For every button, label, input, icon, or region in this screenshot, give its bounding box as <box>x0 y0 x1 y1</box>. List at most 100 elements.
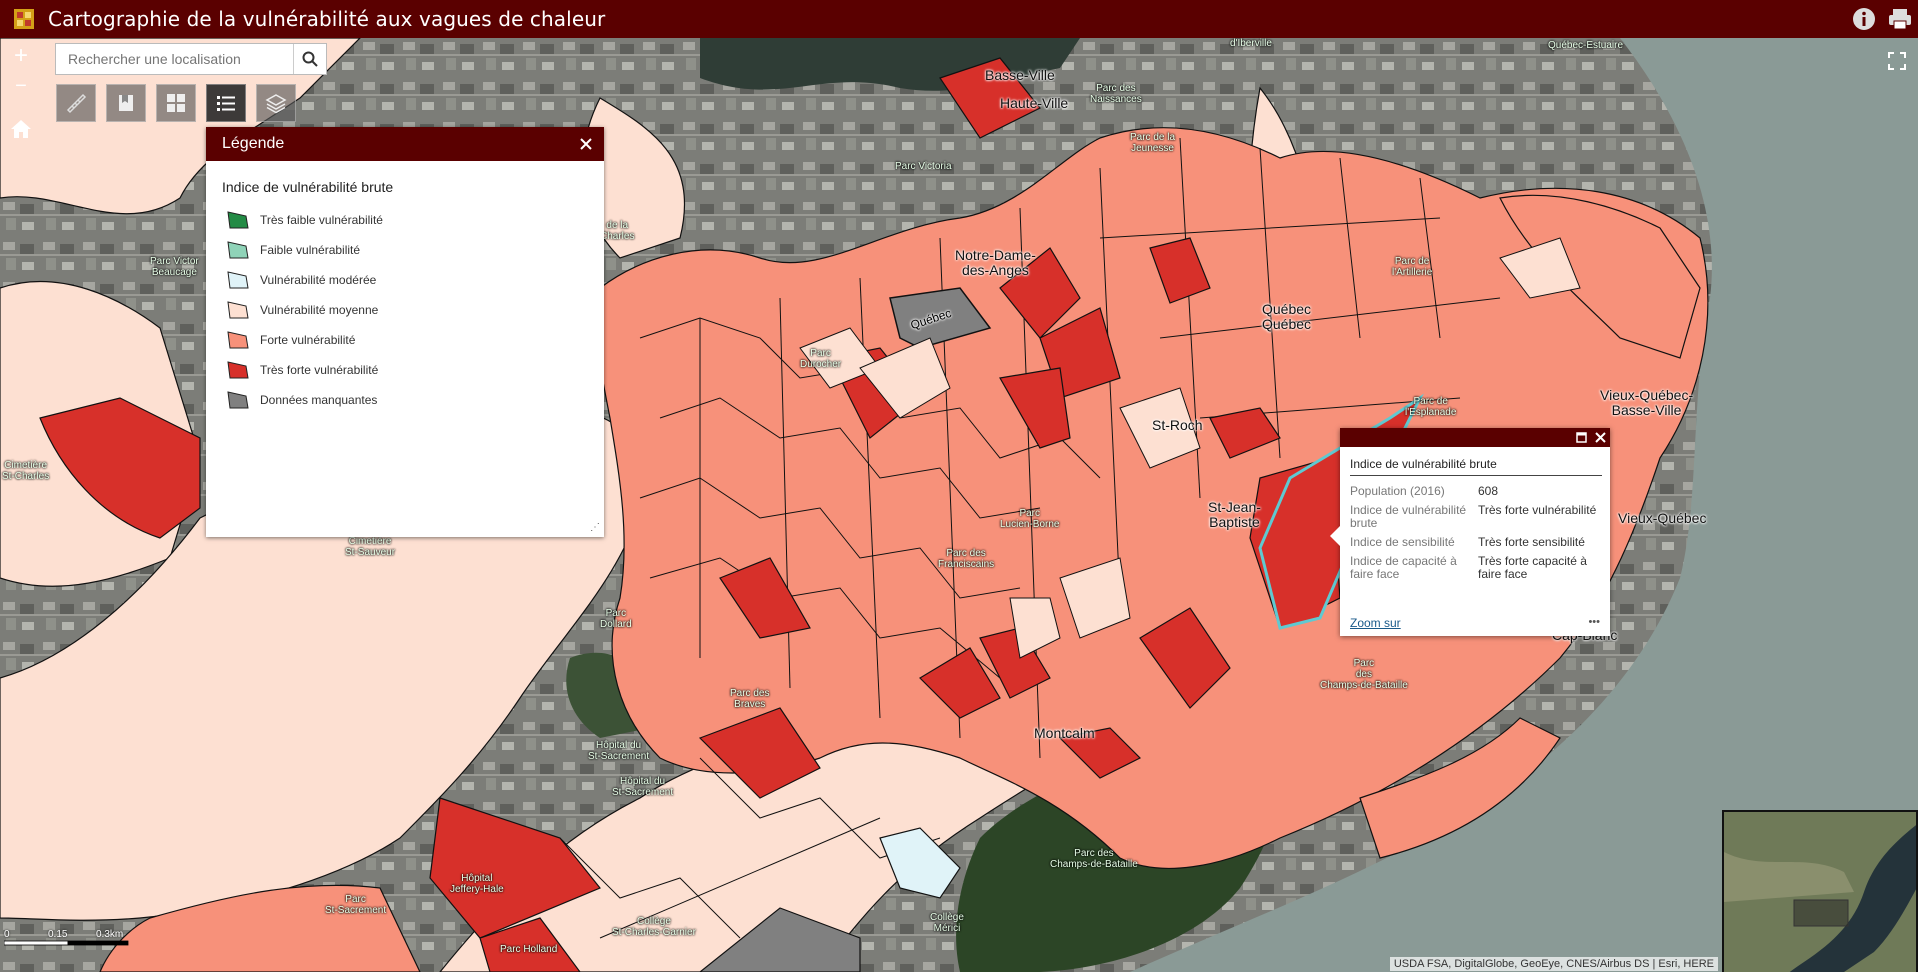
print-icon <box>1889 9 1911 30</box>
zoom-out-button[interactable]: − <box>6 72 36 100</box>
map-label: Québec Québec <box>1262 301 1312 332</box>
map-label: Montcalm <box>1034 725 1095 741</box>
popup-header <box>1340 428 1610 447</box>
attribute-key: Population (2016) <box>1350 484 1445 498</box>
list-icon <box>217 96 235 111</box>
map-label: Parc de l'Esplanade <box>1405 396 1457 418</box>
map-label: Parc de la Jeunesse <box>1130 132 1176 154</box>
legend-item: Forte vulnérabilité <box>226 325 604 355</box>
map-label: Cimetière St-Charles <box>2 460 50 482</box>
map-label: Parc des Naissances <box>1090 83 1142 105</box>
scale-bar: 0 0.15 0.3km <box>3 929 134 956</box>
scale-label: 0 <box>4 929 10 940</box>
map-label: Hôpital du St-Sacrement <box>612 776 674 798</box>
legend-swatch-icon <box>227 391 249 409</box>
legend-subtitle: Indice de vulnérabilité brute <box>222 179 394 195</box>
map-label: d'Iberville <box>1230 38 1272 49</box>
legend-item-label: Vulnérabilité modérée <box>260 273 377 287</box>
map-label: Collège Mérici <box>930 912 964 934</box>
feature-popup: Indice de vulnérabilité brute Population… <box>1330 428 1610 636</box>
legend-item: Données manquantes <box>226 385 604 415</box>
attribution: USDA FSA, DigitalGlobe, GeoEye, CNES/Air… <box>1389 957 1718 971</box>
overview-map-graphic <box>1724 812 1916 972</box>
overview-map[interactable] <box>1722 810 1918 972</box>
map-label: Parc St-Sacrement <box>325 894 387 916</box>
legend-swatch-icon <box>227 331 249 349</box>
map-label: Parc Victoria <box>895 161 952 172</box>
measure-tool-button[interactable] <box>56 84 96 122</box>
legend-header: Légende <box>206 127 604 161</box>
widget-toolbar <box>56 84 296 122</box>
legend-panel: Légende Indice de vulnérabilité brute Tr… <box>206 127 604 537</box>
map-label: Parc des Franciscains <box>938 548 995 570</box>
map-label: Haute-Ville <box>1000 95 1069 111</box>
legend-swatch-icon <box>227 241 249 259</box>
scale-label: 0.3km <box>96 929 124 940</box>
map-label: Parc de l'Artillerie <box>1392 256 1433 278</box>
attribute-key: Indice de capacité à faire face <box>1350 554 1457 581</box>
legend-swatch-icon <box>227 301 249 319</box>
map-label: Basse-Ville <box>985 67 1055 83</box>
map-label: Vieux-Québec- Basse-Ville <box>1600 387 1694 418</box>
attribute-key: Indice de sensibilité <box>1350 535 1455 549</box>
legend-item: Faible vulnérabilité <box>226 235 604 265</box>
legend-item: Vulnérabilité moyenne <box>226 295 604 325</box>
close-icon[interactable] <box>1595 432 1606 443</box>
measure-icon <box>66 93 87 114</box>
map-label: Hôpital du St-Sacrement <box>588 740 650 762</box>
attribute-value: Très forte vulnérabilité <box>1478 503 1597 517</box>
legend-button[interactable] <box>206 84 246 122</box>
map-label: Parc Lucien-Borne <box>1000 508 1060 530</box>
home-icon <box>11 120 31 138</box>
bookmark-tool-button[interactable] <box>106 84 146 122</box>
layer-list-button[interactable] <box>256 84 296 122</box>
map-label: Cimetière St-Sauveur <box>345 536 396 558</box>
popup-footer: Zoom sur ••• <box>1350 616 1600 630</box>
attribute-value: 608 <box>1478 484 1499 498</box>
app-title: Cartographie de la vulnérabilité aux vag… <box>48 7 606 31</box>
search-input[interactable] <box>56 44 293 74</box>
legend-title: Légende <box>222 135 285 152</box>
zoom-in-button[interactable]: + <box>6 42 36 70</box>
resize-handle-icon[interactable]: ⋰ <box>590 522 600 533</box>
zoom-to-link[interactable]: Zoom sur <box>1350 616 1401 630</box>
map-label: Vieux-Québec <box>1618 510 1707 526</box>
map-label: Parc Durocher <box>800 348 842 370</box>
city-logo-icon <box>14 9 34 29</box>
map-label: Parc des Champs-de-Bataille <box>1050 848 1138 870</box>
scale-label: 0.15 <box>48 929 68 940</box>
table-row: Indice de capacité à faire face Très fort… <box>1350 552 1606 584</box>
info-button[interactable] <box>1846 0 1882 38</box>
map-label: Parc Victor Beaucage <box>150 256 199 278</box>
legend-item: Vulnérabilité modérée <box>226 265 604 295</box>
close-icon[interactable] <box>580 138 592 150</box>
legend-item-label: Très forte vulnérabilité <box>260 363 379 377</box>
table-row: Indice de sensibilité Très forte sensibil… <box>1350 533 1606 552</box>
map-label: Parc Dollard <box>600 608 632 630</box>
map-label: St-Roch <box>1152 417 1203 433</box>
home-button[interactable] <box>8 116 34 142</box>
legend-item-label: Très faible vulnérabilité <box>260 213 383 227</box>
map-label: St-Jean- Baptiste <box>1208 499 1261 530</box>
map-label: Parc des Champs-de-Bataille <box>1320 658 1408 691</box>
more-options-icon[interactable]: ••• <box>1588 616 1600 630</box>
print-button[interactable] <box>1882 0 1918 38</box>
map-label: Québec-Estuaire <box>1548 40 1624 51</box>
map-label: de la Charles <box>600 220 635 242</box>
search-box[interactable] <box>55 43 327 75</box>
fullscreen-button[interactable] <box>1886 50 1908 72</box>
search-button[interactable] <box>293 44 326 74</box>
map-label: Hôpital Jeffery-Hale <box>450 873 504 895</box>
basemap-gallery-button[interactable] <box>156 84 196 122</box>
map-label: Parc Holland <box>500 944 558 955</box>
app-header: Cartographie de la vulnérabilité aux vag… <box>0 0 1918 38</box>
fullscreen-icon <box>1888 52 1906 70</box>
maximize-icon[interactable] <box>1576 432 1587 443</box>
legend-swatch-icon <box>227 271 249 289</box>
legend-item-label: Forte vulnérabilité <box>260 333 356 347</box>
attribute-key: Indice de vulnérabilité brute <box>1350 503 1467 530</box>
legend-item-label: Faible vulnérabilité <box>260 243 361 257</box>
info-icon <box>1853 8 1875 30</box>
layers-icon <box>265 94 287 114</box>
search-icon <box>302 51 318 67</box>
